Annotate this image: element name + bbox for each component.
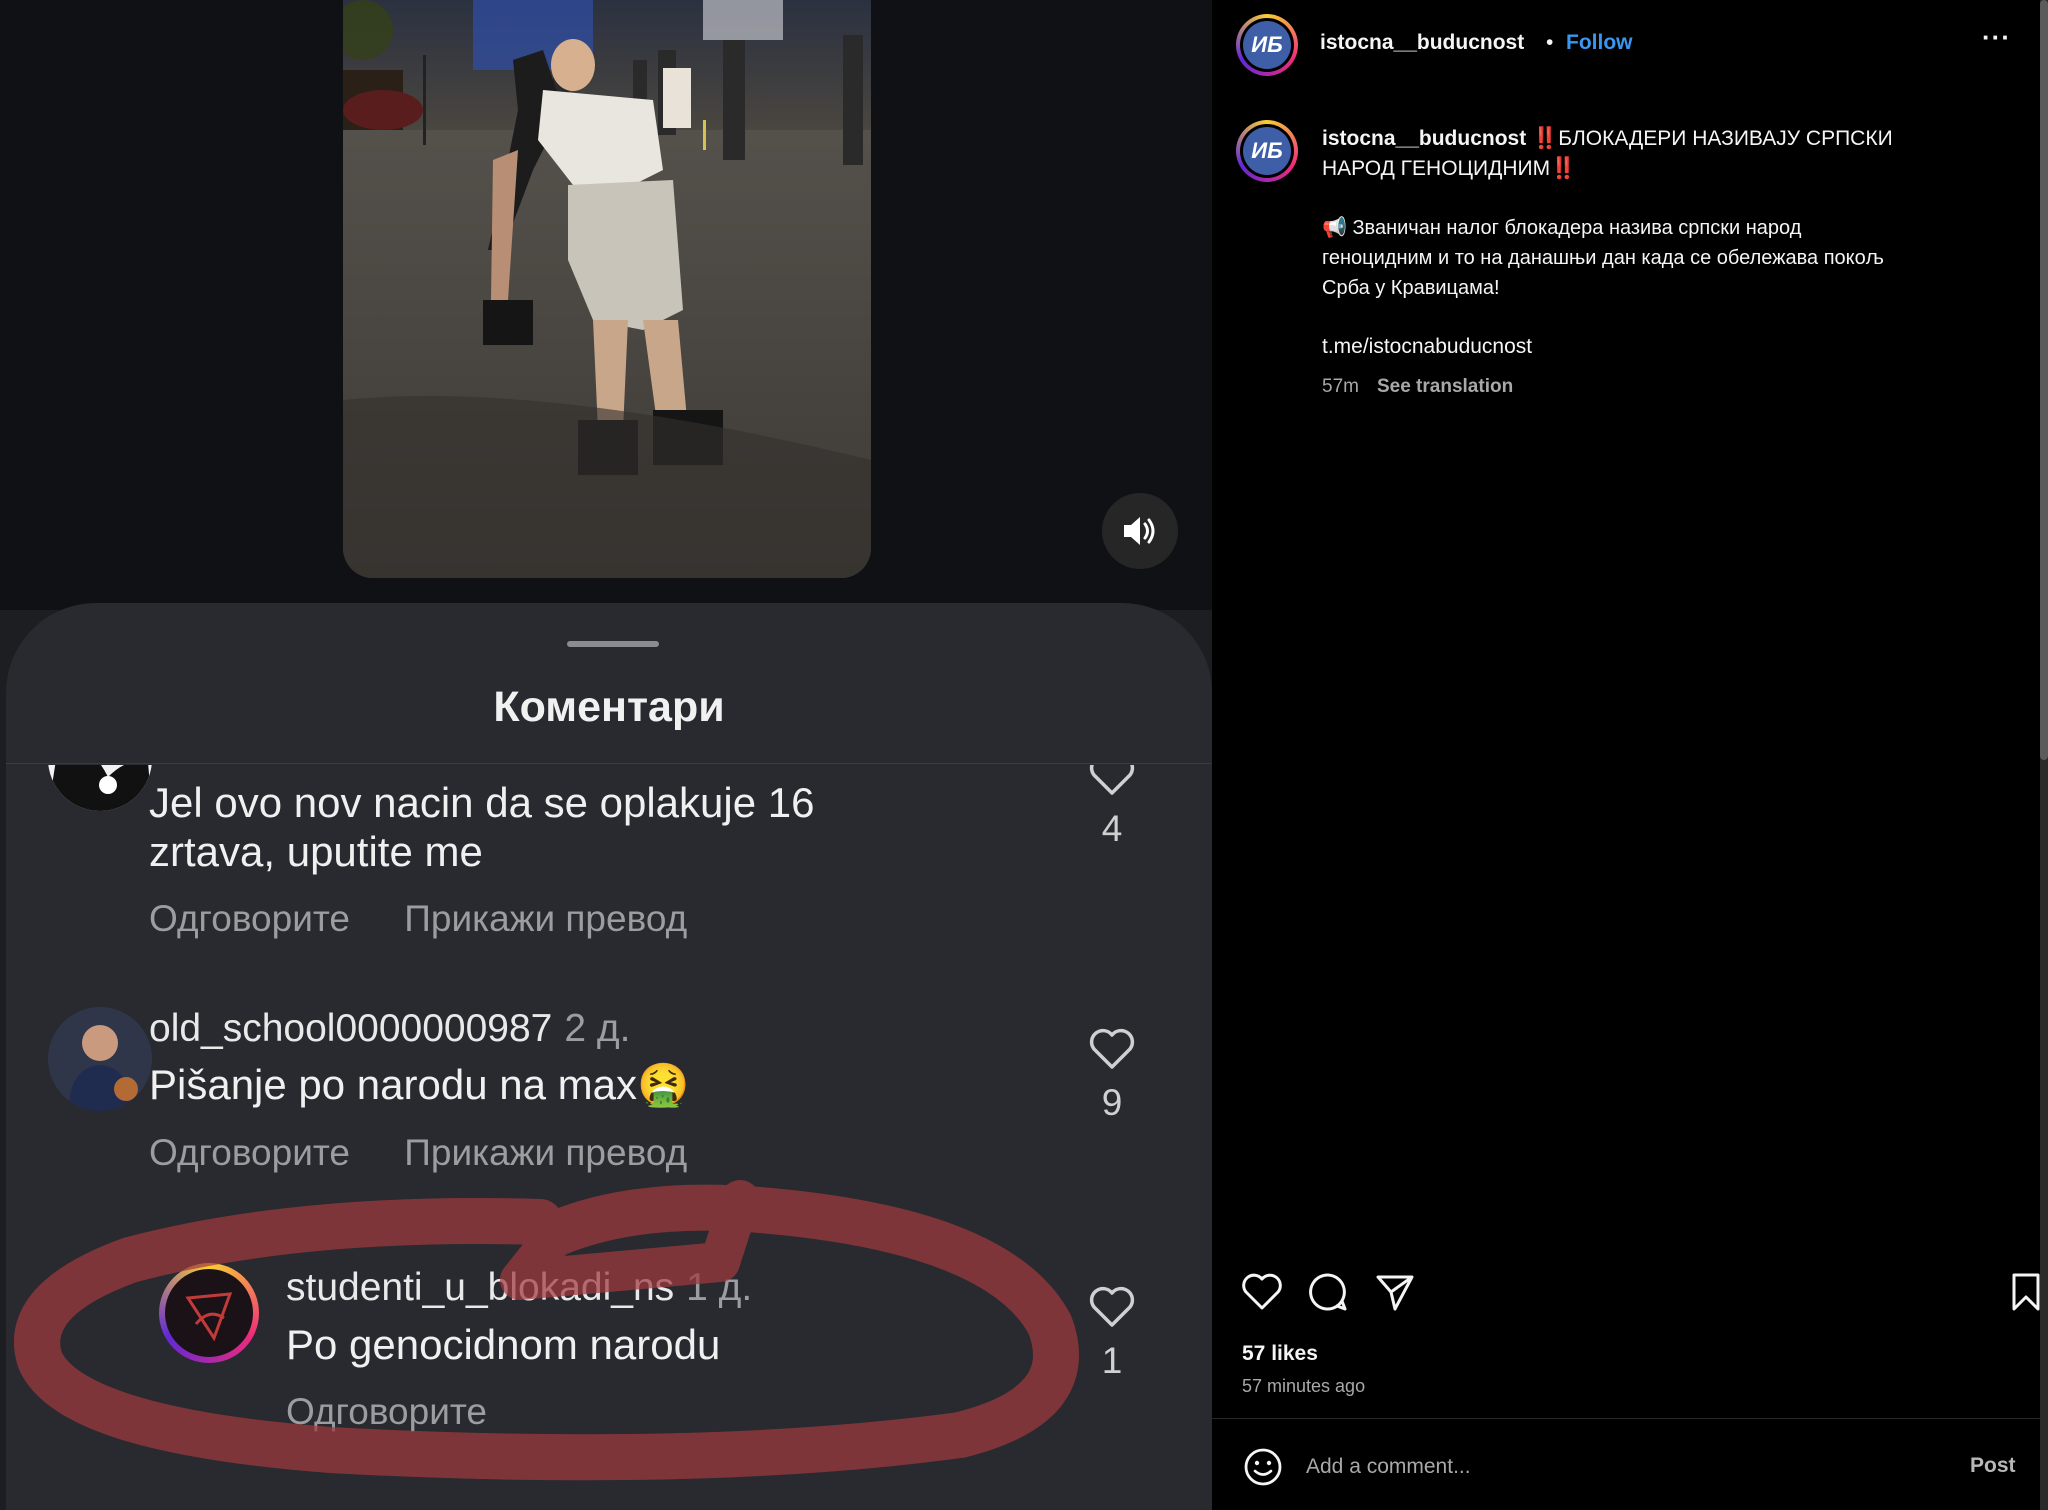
- video-still: [343, 0, 871, 578]
- avatar-initials: ИБ: [1243, 21, 1291, 69]
- likes-count[interactable]: 57 likes: [1242, 1342, 1318, 1366]
- reel-comments-screenshot: Коментари Jel ovo nov nacin da se oplaku…: [0, 0, 1212, 1510]
- caption-headline-line2: НАРОД ГЕНОЦИДНИМ‼️: [1322, 157, 1577, 180]
- caption-body: 📢 Званичан налог блокадера назива српски…: [1322, 213, 2022, 303]
- comment-text-line: Jel ovo nov nacin da se oplakuje 16: [149, 779, 815, 826]
- heart-icon: [1089, 765, 1135, 795]
- comment-username[interactable]: studenti_u_blokadi_ns 1 д.: [286, 1266, 752, 1310]
- more-options-button[interactable]: ···: [1982, 22, 2011, 53]
- caption-headline: istocna__buducnost ‼️БЛОКАДЕРИ НАЗИВАЈУ …: [1322, 124, 2012, 184]
- caption-username[interactable]: istocna__buducnost: [1322, 127, 1526, 150]
- comment-time: 1 д.: [686, 1266, 753, 1309]
- see-translation-button[interactable]: See translation: [1377, 376, 1513, 397]
- emoji-icon[interactable]: [1242, 1446, 1284, 1488]
- comment-actions: Одговорите: [286, 1391, 531, 1433]
- reply-button[interactable]: Одговорите: [149, 898, 350, 939]
- comment-like[interactable]: 1: [1082, 1285, 1142, 1382]
- caption-body-line1: 📢 Званичан налог блокадера назива српски…: [1322, 217, 1802, 239]
- comment-icon[interactable]: [1306, 1270, 1350, 1314]
- divider: [6, 763, 1212, 764]
- like-count: 4: [1101, 808, 1123, 849]
- comment-input[interactable]: [1306, 1450, 1886, 1484]
- comment-item: old_school0000000987 2 д. Pišanje po naro…: [6, 1007, 1212, 1197]
- post-author-username[interactable]: istocna__buducnost: [1320, 31, 1524, 55]
- comments-list: Jel ovo nov nacin da se oplakuje 16 zrta…: [6, 765, 1212, 1510]
- caption-body-line3: Срба у Кравицама!: [1322, 277, 1500, 299]
- reply-button[interactable]: Одговорите: [149, 1132, 350, 1173]
- post-time: 57 minutes ago: [1242, 1376, 1366, 1396]
- comment-text-line: Po genocidnom narodu: [286, 1321, 721, 1368]
- like-count: 1: [1101, 1340, 1123, 1381]
- post-side-panel: ИБ istocna__buducnost • Follow ··· ИБ is…: [1212, 0, 2048, 1510]
- separator-dot: •: [1546, 31, 1554, 54]
- avatar[interactable]: [48, 765, 152, 811]
- reply-button[interactable]: Одговорите: [286, 1391, 487, 1432]
- comment-text-line: Pišanje po narodu na max🤮: [149, 1061, 690, 1108]
- comment-username[interactable]: old_school0000000987 2 д.: [149, 1007, 631, 1051]
- caption-headline-line1: ‼️БЛОКАДЕРИ НАЗИВАЈУ СРПСКИ: [1532, 127, 1893, 150]
- post-action-bar: [1240, 1270, 2040, 1322]
- translate-button[interactable]: Прикажи превод: [404, 898, 687, 939]
- comments-sheet: Коментари Jel ovo nov nacin da se oplaku…: [6, 603, 1212, 1510]
- share-icon[interactable]: [1373, 1270, 1417, 1314]
- volume-icon: [1124, 517, 1155, 545]
- video-frame[interactable]: [343, 0, 871, 578]
- post-comment-button[interactable]: Post: [1970, 1454, 2016, 1478]
- caption-body-line2: геноцидним и то на данашњи дан када се о…: [1322, 247, 1884, 269]
- username[interactable]: old_school0000000987: [149, 1007, 552, 1050]
- divider: [1212, 1418, 2040, 1419]
- comments-title: Коментари: [493, 683, 725, 731]
- avatar[interactable]: [48, 1007, 152, 1111]
- caption-link[interactable]: t.me/istocnabuducnost: [1322, 335, 1532, 359]
- comment-like[interactable]: 4: [1082, 765, 1142, 850]
- caption-age: 57m: [1322, 376, 1359, 397]
- heart-icon: [1089, 1028, 1135, 1069]
- avatar-initials: ИБ: [1243, 127, 1291, 175]
- comment-item: Jel ovo nov nacin da se oplakuje 16 zrta…: [6, 765, 1212, 955]
- scrollbar-thumb[interactable]: [2040, 0, 2048, 760]
- comment-actions: Одговорите Прикажи превод: [149, 898, 731, 940]
- like-count: 9: [1101, 1082, 1123, 1123]
- volume-button[interactable]: [1102, 493, 1178, 569]
- drag-handle[interactable]: [567, 641, 659, 647]
- comment-like[interactable]: 9: [1082, 1027, 1142, 1124]
- comment-item: studenti_u_blokadi_ns 1 д. Po genocidnom …: [6, 1263, 1212, 1463]
- bookmark-icon[interactable]: [2004, 1270, 2048, 1314]
- heart-icon[interactable]: [1240, 1270, 1284, 1314]
- post-author-avatar[interactable]: ИБ: [1236, 14, 1298, 76]
- comment-actions: Одговорите Прикажи превод: [149, 1132, 731, 1174]
- avatar[interactable]: [159, 1263, 259, 1363]
- comment-time: 2 д.: [564, 1007, 631, 1050]
- caption-meta: 57m See translation: [1322, 376, 1513, 398]
- username[interactable]: studenti_u_blokadi_ns: [286, 1266, 674, 1309]
- translate-button[interactable]: Прикажи превод: [404, 1132, 687, 1173]
- follow-button[interactable]: Follow: [1566, 31, 1633, 55]
- comment-text-line: zrtava, uputite me: [149, 828, 483, 875]
- video-area: [0, 0, 1212, 610]
- caption-author-avatar[interactable]: ИБ: [1236, 120, 1298, 182]
- heart-icon: [1089, 1286, 1135, 1327]
